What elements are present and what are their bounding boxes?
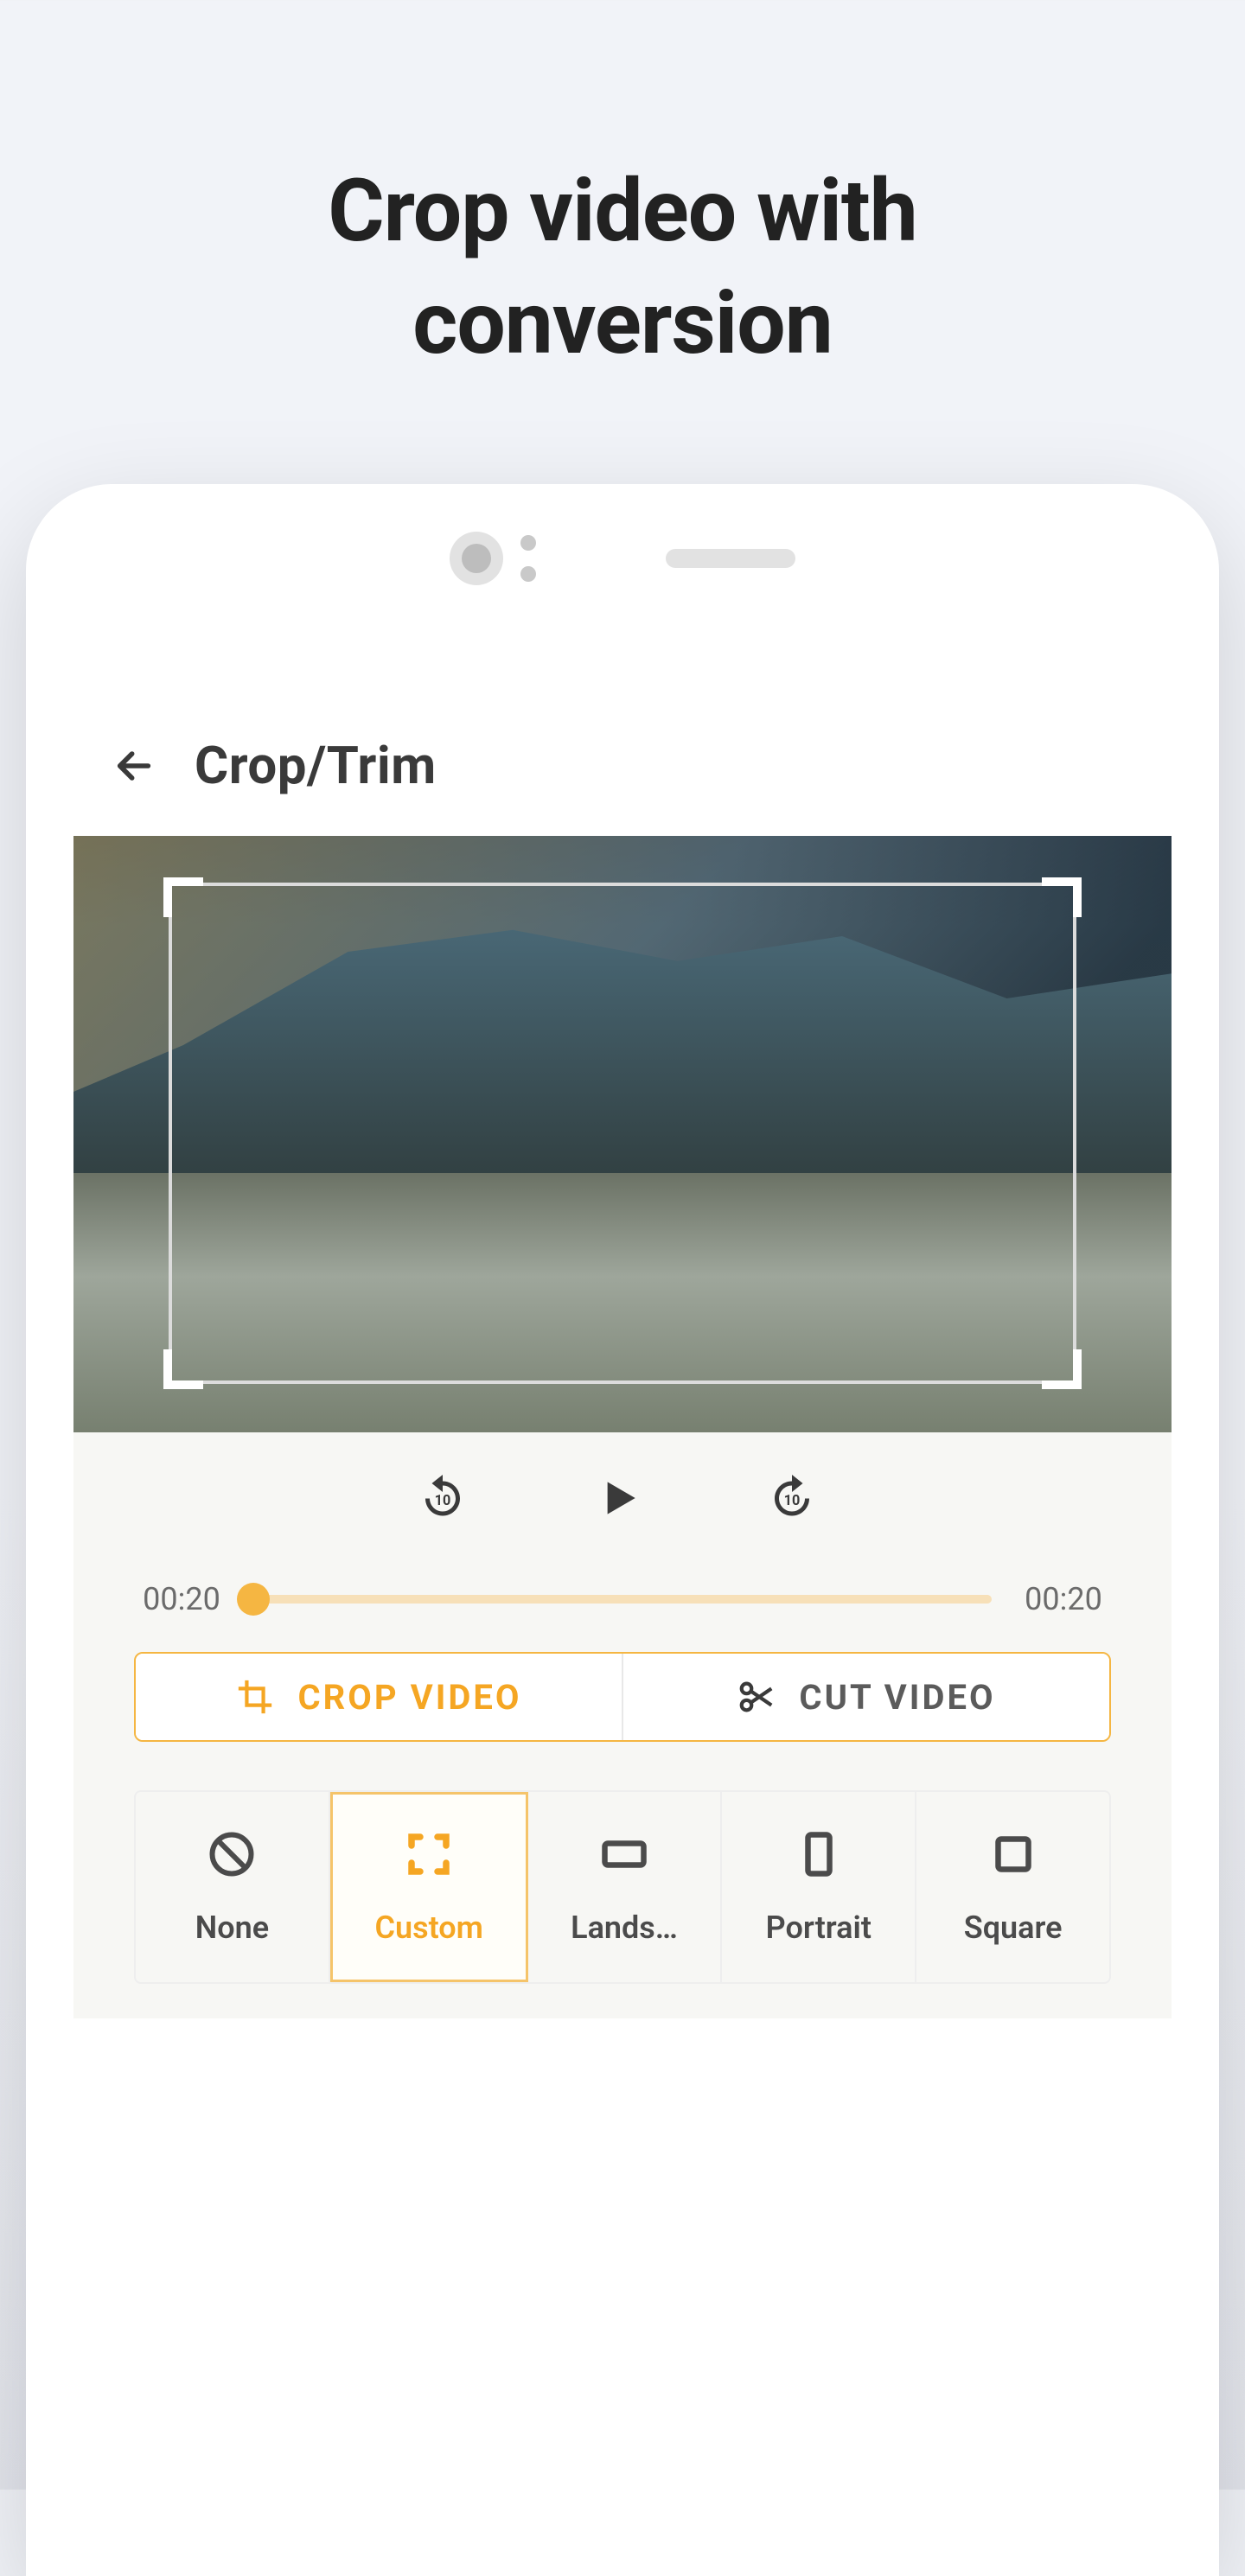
play-controls: 10 10	[134, 1470, 1111, 1533]
landscape-rect-icon	[598, 1828, 650, 1884]
arrow-left-icon	[110, 742, 158, 790]
aspect-option-landscape[interactable]: Lands…	[528, 1792, 723, 1982]
page-title: Crop/Trim	[195, 735, 437, 796]
phone-frame: Crop/Trim 10	[26, 484, 1219, 2576]
aspect-option-label: Custom	[374, 1910, 482, 1946]
aspect-option-label: Lands…	[571, 1910, 678, 1946]
square-icon	[987, 1828, 1039, 1884]
crop-handle-top-left[interactable]	[163, 877, 203, 917]
replay-10-icon: 10	[417, 1470, 469, 1522]
aspect-option-custom[interactable]: Custom	[330, 1792, 528, 1982]
tab-crop-label: CROP VIDEO	[297, 1677, 521, 1718]
sensor-dots	[520, 535, 536, 582]
aspect-option-none[interactable]: None	[136, 1792, 330, 1982]
tab-cut-label: CUT VIDEO	[799, 1677, 995, 1718]
video-preview[interactable]	[73, 836, 1172, 1432]
aspect-option-label: Portrait	[766, 1910, 872, 1946]
app-header: Crop/Trim	[73, 640, 1172, 836]
headline-line-1: Crop video with	[0, 156, 1245, 268]
aspect-option-label: None	[195, 1910, 269, 1946]
tab-cut-video[interactable]: CUT VIDEO	[622, 1654, 1109, 1740]
portrait-rect-icon	[793, 1828, 845, 1884]
seek-track[interactable]	[253, 1595, 992, 1604]
speaker-slot	[666, 549, 795, 568]
aspect-ratio-options: None Custom Lands…	[134, 1790, 1111, 1984]
forward-10-button[interactable]: 10	[766, 1470, 828, 1533]
crop-handle-top-right[interactable]	[1042, 877, 1082, 917]
crop-handle-bottom-right[interactable]	[1042, 1349, 1082, 1389]
camera-icon	[450, 532, 503, 585]
svg-text:10: 10	[435, 1492, 451, 1508]
play-icon	[591, 1470, 647, 1526]
timeline: 00:20 00:20	[134, 1581, 1111, 1617]
rewind-10-button[interactable]: 10	[417, 1470, 479, 1533]
marketing-headline: Crop video with conversion	[0, 0, 1245, 380]
aspect-option-portrait[interactable]: Portrait	[722, 1792, 916, 1982]
play-button[interactable]	[591, 1470, 654, 1533]
ban-icon	[206, 1828, 258, 1884]
current-time-label: 00:20	[134, 1581, 229, 1617]
mode-tabs: CROP VIDEO CUT VIDEO	[134, 1652, 1111, 1742]
forward-10-icon: 10	[766, 1470, 818, 1522]
scissors-icon	[737, 1677, 776, 1717]
seek-thumb[interactable]	[237, 1583, 270, 1616]
back-button[interactable]	[108, 740, 160, 792]
playback-panel: 10 10 00:20	[73, 1432, 1172, 2018]
crop-icon	[235, 1677, 275, 1717]
svg-text:10: 10	[784, 1492, 801, 1508]
tab-crop-video[interactable]: CROP VIDEO	[136, 1654, 622, 1740]
app-screen: Crop/Trim 10	[73, 640, 1172, 2576]
aspect-option-square[interactable]: Square	[916, 1792, 1109, 1982]
phone-hardware	[26, 532, 1219, 585]
aspect-option-label: Square	[964, 1910, 1063, 1946]
crop-free-icon	[403, 1828, 455, 1884]
headline-line-2: conversion	[0, 268, 1245, 380]
total-time-label: 00:20	[1016, 1581, 1111, 1617]
crop-frame[interactable]	[169, 883, 1076, 1384]
crop-handle-bottom-left[interactable]	[163, 1349, 203, 1389]
